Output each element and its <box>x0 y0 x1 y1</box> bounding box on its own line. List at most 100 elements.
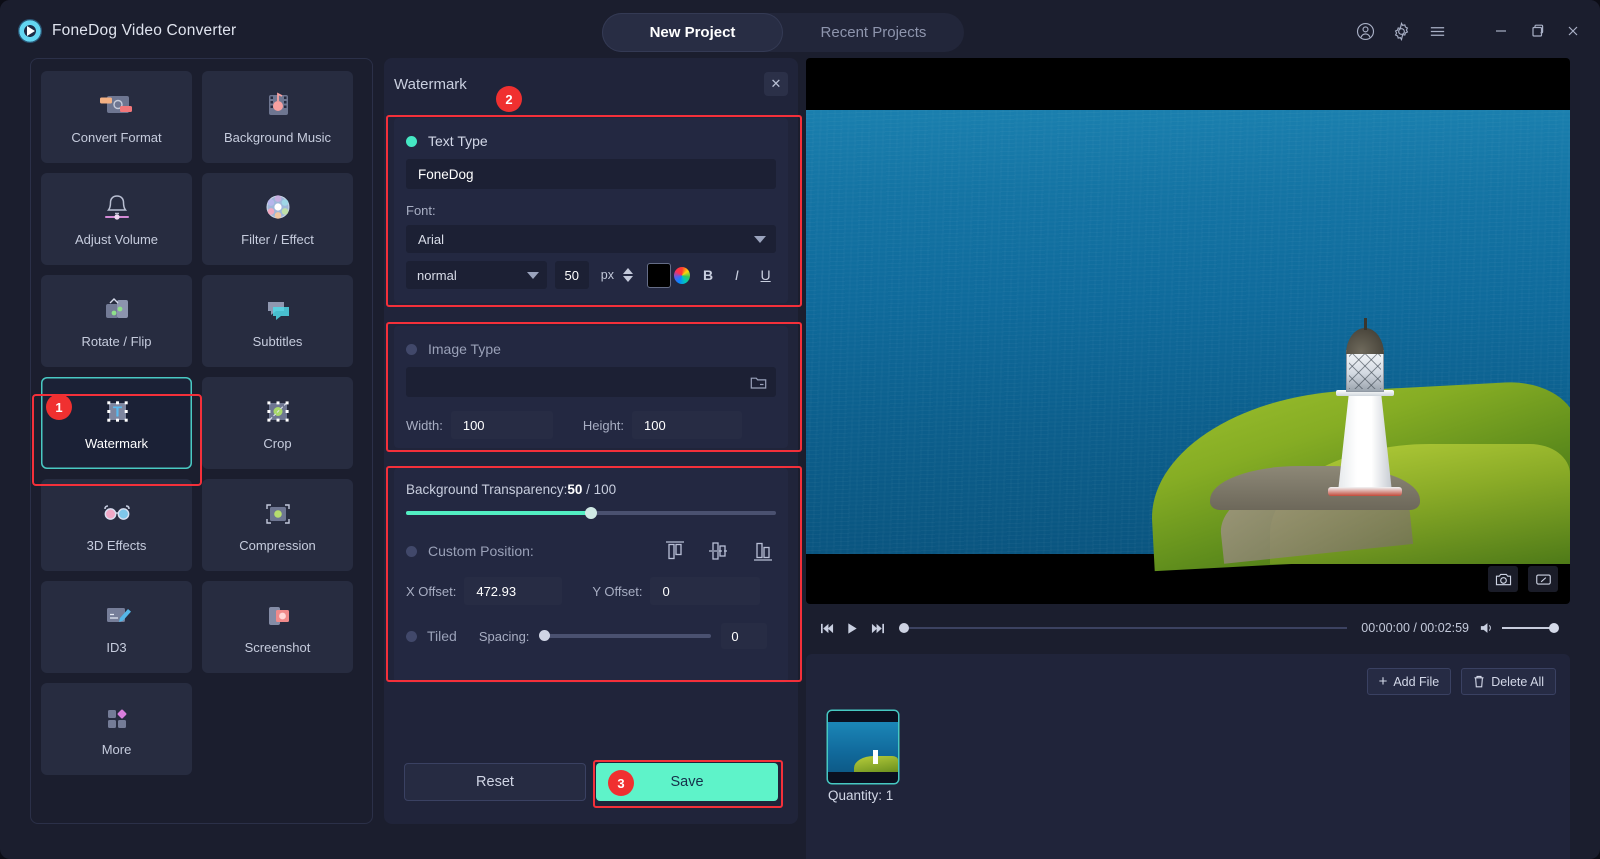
preview-panel: 00:00:00 / 00:02:59 + Add File <box>806 58 1570 824</box>
folder-icon[interactable] <box>750 375 767 390</box>
reset-button[interactable]: Reset <box>404 763 586 801</box>
tool-adjust-volume[interactable]: Adjust Volume <box>41 173 192 265</box>
title-bar: FoneDog Video Converter New Project Rece… <box>0 0 1600 62</box>
background-section: Background Transparency:50 / 100 Custom … <box>394 468 788 683</box>
subtitles-icon <box>259 293 297 327</box>
tool-rotate-flip[interactable]: Rotate / Flip <box>41 275 192 367</box>
skip-previous-icon[interactable] <box>820 622 835 635</box>
font-family-select[interactable]: Arial <box>406 225 776 253</box>
delete-all-button[interactable]: Delete All <box>1461 668 1556 695</box>
image-type-radio-row[interactable]: Image Type <box>394 326 788 357</box>
tool-background-music[interactable]: Background Music <box>202 71 353 163</box>
add-file-button[interactable]: + Add File <box>1367 668 1452 695</box>
tool-convert-format[interactable]: Convert Format <box>41 71 192 163</box>
tool-crop[interactable]: Crop <box>202 377 353 469</box>
x-offset-label: X Offset: <box>406 584 456 599</box>
tool-more[interactable]: More <box>41 683 192 775</box>
screenshot-icon <box>259 599 297 633</box>
spacing-slider-knob[interactable] <box>539 630 550 641</box>
align-bottom-icon[interactable] <box>750 539 776 563</box>
font-size-stepper[interactable] <box>623 268 633 282</box>
tool-label: 3D Effects <box>87 538 147 553</box>
tools-grid: Convert Format Backg <box>41 71 364 775</box>
video-preview[interactable] <box>806 58 1570 604</box>
font-size-input[interactable]: 50 <box>555 261 589 289</box>
volume-icon[interactable] <box>1479 621 1494 635</box>
files-panel: + Add File Delete All Quantity: 1 <box>806 654 1570 859</box>
image-type-radio[interactable] <box>406 344 417 355</box>
transparency-slider[interactable] <box>406 511 776 515</box>
tool-label: Background Music <box>224 130 331 145</box>
font-options-row: normal 50 px B I U <box>406 261 776 289</box>
font-style-select[interactable]: normal <box>406 261 547 289</box>
gear-icon[interactable] <box>1390 20 1412 42</box>
spacing-value[interactable]: 0 <box>721 623 767 649</box>
tool-label: More <box>102 742 132 757</box>
chevron-down-icon <box>754 236 766 243</box>
progress-slider[interactable] <box>899 627 1347 629</box>
italic-button[interactable]: I <box>726 263 747 287</box>
image-path-input[interactable] <box>406 367 776 397</box>
height-label: Height: <box>583 418 624 433</box>
text-type-radio-row[interactable]: Text Type <box>394 118 788 149</box>
transparency-slider-fill <box>406 511 591 515</box>
custom-position-radio[interactable] <box>406 546 417 557</box>
tiled-radio[interactable] <box>406 631 417 642</box>
image-dimensions-row: Width: 100 Height: 100 <box>406 411 776 439</box>
skip-next-icon[interactable] <box>870 622 885 635</box>
transparency-slider-knob[interactable] <box>585 507 597 519</box>
align-top-icon[interactable] <box>662 539 688 563</box>
file-action-buttons: + Add File Delete All <box>1367 668 1556 695</box>
transparency-suffix: / 100 <box>582 482 616 497</box>
watermark-icon: T <box>98 395 136 429</box>
text-type-section: Text Type FoneDog Font: Arial normal 50 … <box>394 118 788 303</box>
maximize-icon[interactable] <box>1526 20 1548 42</box>
stepper-up-icon[interactable] <box>623 268 633 274</box>
account-icon[interactable] <box>1354 20 1376 42</box>
volume-knob[interactable] <box>1549 623 1559 633</box>
close-icon[interactable] <box>1562 20 1584 42</box>
progress-knob[interactable] <box>899 623 909 633</box>
thumbnail-lighthouse <box>873 750 878 764</box>
color-wheel-icon[interactable] <box>674 267 690 284</box>
transparency-value: 50 <box>567 482 582 497</box>
more-icon <box>98 701 136 735</box>
id3-icon <box>98 599 136 633</box>
align-middle-icon[interactable] <box>706 539 732 563</box>
underline-button[interactable]: U <box>755 263 776 287</box>
tab-recent-projects[interactable]: Recent Projects <box>783 13 964 52</box>
tool-compression[interactable]: Compression <box>202 479 353 571</box>
height-input[interactable]: 100 <box>632 411 742 439</box>
tool-label: Compression <box>239 538 316 553</box>
tool-3d-effects[interactable]: 3D Effects <box>41 479 192 571</box>
volume-slider[interactable] <box>1502 627 1556 629</box>
width-input[interactable]: 100 <box>451 411 553 439</box>
background-music-icon <box>259 89 297 123</box>
tool-filter-effect[interactable]: Filter / Effect <box>202 173 353 265</box>
lighthouse-lamp <box>1346 350 1384 392</box>
tool-subtitles[interactable]: Subtitles <box>202 275 353 367</box>
x-offset-input[interactable]: 472.93 <box>464 577 562 605</box>
menu-icon[interactable] <box>1426 20 1448 42</box>
y-offset-input[interactable]: 0 <box>650 577 760 605</box>
tiled-label: Tiled <box>427 628 457 644</box>
play-icon[interactable] <box>845 622 860 635</box>
tool-screenshot[interactable]: Screenshot <box>202 581 353 673</box>
file-thumbnail[interactable] <box>828 711 898 783</box>
minimize-icon[interactable] <box>1490 20 1512 42</box>
font-color-swatch[interactable] <box>647 263 671 288</box>
lighthouse-base <box>1328 487 1402 496</box>
stepper-down-icon[interactable] <box>623 276 633 282</box>
custom-position-label: Custom Position: <box>428 543 534 559</box>
tab-new-project[interactable]: New Project <box>602 13 783 52</box>
tool-watermark[interactable]: T Watermark <box>41 377 192 469</box>
close-panel-icon[interactable]: ✕ <box>764 72 788 96</box>
expand-icon[interactable] <box>1528 566 1558 592</box>
text-type-radio[interactable] <box>406 136 417 147</box>
image-type-label: Image Type <box>428 341 501 357</box>
spacing-slider[interactable] <box>539 634 711 638</box>
watermark-text-input[interactable]: FoneDog <box>406 159 776 189</box>
bold-button[interactable]: B <box>698 263 719 287</box>
tool-id3[interactable]: ID3 <box>41 581 192 673</box>
camera-icon[interactable] <box>1488 566 1518 592</box>
